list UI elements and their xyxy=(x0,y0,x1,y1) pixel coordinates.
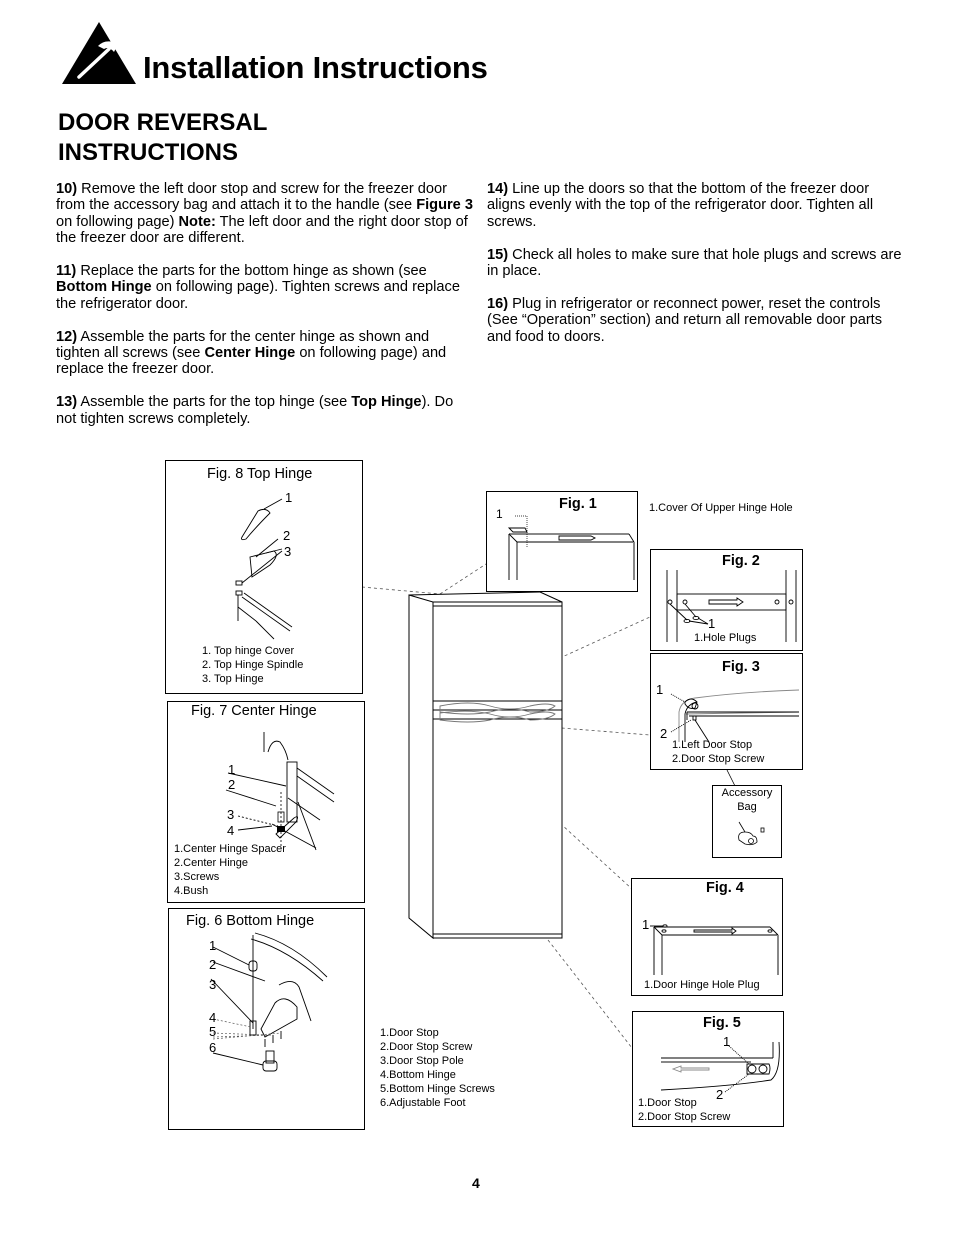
fig4-legend-item: 1.Door Hinge Hole Plug xyxy=(644,979,760,991)
accessory-bag-panel: Accessory Bag xyxy=(712,785,782,858)
fig5-panel: Fig. 5 1 2 1.Door Stop 2.Door Stop Screw xyxy=(632,1011,784,1127)
fig3-to-bag-leader xyxy=(726,769,736,787)
fig5-callout-1: 1 xyxy=(723,1034,731,1049)
page-number: 4 xyxy=(472,1175,480,1191)
fig4-callout-1: 1 xyxy=(642,917,650,932)
fig5-legend-item: 1.Door Stop xyxy=(638,1097,697,1109)
fig5-legend: 1.Door Stop 2.Door Stop Screw xyxy=(638,1096,730,1124)
fig4-panel: Fig. 4 1 1.Door Hinge Hole Plug xyxy=(631,878,783,996)
fig4-legend: 1.Door Hinge Hole Plug xyxy=(644,978,760,992)
fig5-legend-item: 2.Door Stop Screw xyxy=(638,1111,731,1123)
door-stop-part-icon xyxy=(738,821,765,846)
